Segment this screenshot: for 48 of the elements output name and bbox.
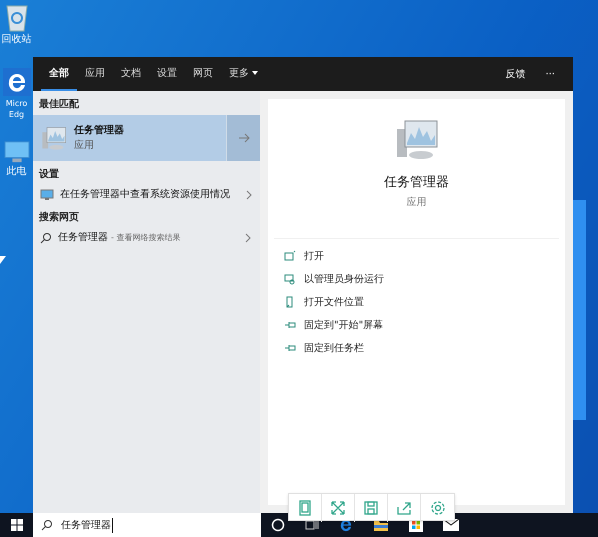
window-icon [284, 250, 296, 262]
result-title: 任务管理器 [58, 231, 108, 245]
feedback-button[interactable]: 反馈 [495, 57, 536, 91]
action-item[interactable]: 打开文件位置 [284, 290, 549, 314]
browser-icon[interactable] [339, 518, 353, 532]
filter-tab[interactable]: 更多 [221, 57, 266, 91]
result-item[interactable]: 任务管理器 应用 [33, 115, 260, 161]
preview-title: 任务管理器 [384, 174, 449, 192]
result-subtitle: - 查看网络搜索结果 [111, 232, 180, 244]
filter-tab[interactable]: 应用 [77, 57, 113, 91]
windows-icon [10, 519, 22, 531]
folder-icon[interactable] [373, 518, 389, 532]
settings-icon [428, 499, 446, 517]
action-item[interactable]: 固定到"开始"屏幕 [284, 314, 549, 336]
search-icon [40, 232, 52, 244]
monitor-icon [40, 188, 54, 200]
search-value: 任务管理器 [61, 518, 113, 532]
result-item[interactable]: 任务管理器 - 查看网络搜索结果 [33, 228, 260, 247]
more-button[interactable]: ··· [535, 57, 565, 91]
pin-icon [284, 342, 296, 354]
filter-tab[interactable]: 网页 [185, 57, 221, 91]
task-view-icon[interactable] [305, 519, 319, 531]
search-icon [41, 519, 53, 531]
result-item[interactable]: 在任务管理器中查看系统资源使用情况 [33, 185, 260, 204]
action-item[interactable]: 打开 [284, 244, 549, 268]
filter-tab[interactable]: 文档 [113, 57, 149, 91]
result-title: 任务管理器 [74, 124, 124, 138]
section-heading: 设置 [38, 168, 60, 182]
result-subtitle: 应用 [74, 138, 95, 153]
save-icon [362, 499, 380, 517]
taskbar-search-field[interactable]: 任务管理器 [33, 513, 261, 537]
monitor-icon [40, 124, 68, 152]
section-heading: 搜索网页 [38, 210, 80, 225]
filter-tab[interactable]: 设置 [149, 57, 185, 91]
desktop-icon-label: 此电 [6, 166, 26, 177]
cursor-icon [0, 256, 6, 264]
action-item[interactable]: 固定到任务栏 [284, 336, 549, 360]
expand-icon [329, 499, 347, 517]
result-title: 在任务管理器中查看系统资源使用情况 [60, 188, 230, 202]
cortana-icon[interactable] [271, 518, 285, 532]
arrow-icon [238, 132, 250, 144]
shield-window-icon [284, 273, 296, 285]
desktop-icon-label: 回收站 [2, 34, 32, 45]
section-heading: 最佳匹配 [38, 98, 80, 112]
pin-icon [284, 319, 296, 331]
desktop-icon-label: Micro Edg [4, 98, 28, 120]
preview-subtitle: 应用 [406, 196, 426, 210]
action-item[interactable]: 以管理员身份运行 [284, 268, 549, 290]
